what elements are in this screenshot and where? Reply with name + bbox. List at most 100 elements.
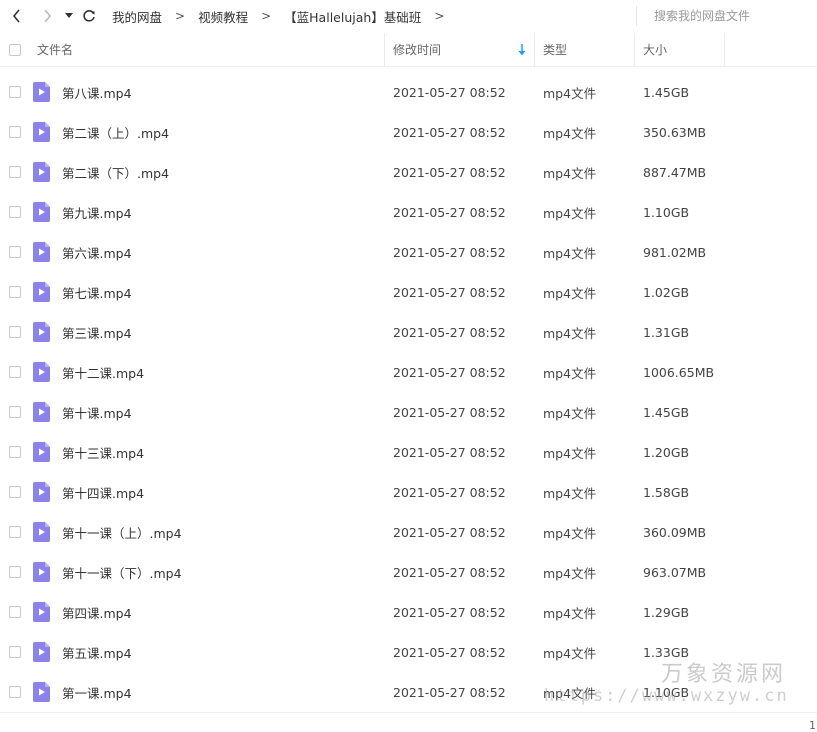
file-type: mp4文件 [543, 365, 597, 381]
row-checkbox-cell [0, 432, 30, 472]
search-input[interactable] [637, 8, 816, 24]
file-size: 1.02GB [643, 284, 690, 300]
file-type: mp4文件 [543, 165, 597, 181]
file-name[interactable]: 第十一课（下）.mp4 [62, 563, 182, 582]
row-checkbox[interactable] [9, 526, 21, 538]
file-name[interactable]: 第十一课（上）.mp4 [62, 523, 182, 542]
column-header-type[interactable]: 类型 [535, 32, 635, 67]
file-size: 1.20GB [643, 444, 690, 460]
row-checkbox[interactable] [9, 286, 21, 298]
row-checkbox-cell [0, 592, 30, 632]
file-modified-time: 2021-05-27 08:52 [393, 364, 506, 380]
file-modified-time: 2021-05-27 08:52 [393, 244, 506, 260]
file-size: 981.02MB [643, 244, 707, 260]
row-checkbox[interactable] [9, 126, 21, 138]
row-checkbox[interactable] [9, 566, 21, 578]
row-checkbox[interactable] [9, 406, 21, 418]
file-name[interactable]: 第二课（下）.mp4 [62, 163, 169, 182]
row-checkbox[interactable] [9, 366, 21, 378]
file-name[interactable]: 第六课.mp4 [62, 243, 132, 262]
file-name[interactable]: 第十三课.mp4 [62, 443, 144, 462]
history-dropdown-button[interactable] [62, 5, 76, 27]
column-header-size[interactable]: 大小 [635, 32, 725, 67]
breadcrumb-video-tutorials[interactable]: 视频教程 [198, 7, 248, 26]
file-size: 1.33GB [643, 644, 690, 660]
caret-down-icon [65, 13, 73, 18]
table-row[interactable]: 第十二课.mp4 2021-05-27 08:52 mp4文件 1006.65MB [0, 352, 817, 392]
row-checkbox[interactable] [9, 86, 21, 98]
row-checkbox-cell [0, 192, 30, 232]
row-checkbox[interactable] [9, 206, 21, 218]
row-name-cell: 第三课.mp4 [30, 312, 385, 352]
file-size: 1.45GB [643, 404, 690, 420]
file-name[interactable]: 第十课.mp4 [62, 403, 132, 422]
table-row[interactable]: 第三课.mp4 2021-05-27 08:52 mp4文件 1.31GB [0, 312, 817, 352]
table-row[interactable]: 第一课.mp4 2021-05-27 08:52 mp4文件 1.10GB [0, 672, 817, 712]
file-name[interactable]: 第九课.mp4 [62, 203, 132, 222]
file-modified-time: 2021-05-27 08:52 [393, 404, 506, 420]
file-size: 887.47MB [643, 164, 707, 180]
table-row[interactable]: 第二课（上）.mp4 2021-05-27 08:52 mp4文件 350.63MB [0, 112, 817, 152]
file-modified-time: 2021-05-27 08:52 [393, 164, 506, 180]
breadcrumb-separator[interactable]: > [434, 9, 444, 23]
video-file-icon [33, 282, 50, 302]
table-row[interactable]: 第八课.mp4 2021-05-27 08:52 mp4文件 1.45GB [0, 72, 817, 112]
row-checkbox[interactable] [9, 166, 21, 178]
refresh-button[interactable] [78, 5, 100, 27]
table-row[interactable]: 第七课.mp4 2021-05-27 08:52 mp4文件 1.02GB [0, 272, 817, 312]
video-file-icon [33, 482, 50, 502]
file-name[interactable]: 第三课.mp4 [62, 323, 132, 342]
table-row[interactable]: 第十课.mp4 2021-05-27 08:52 mp4文件 1.45GB [0, 392, 817, 432]
file-list-header: 文件名 修改时间 类型 大小 [0, 32, 817, 67]
file-name[interactable]: 第四课.mp4 [62, 603, 132, 622]
table-row[interactable]: 第九课.mp4 2021-05-27 08:52 mp4文件 1.10GB [0, 192, 817, 232]
file-name[interactable]: 第一课.mp4 [62, 683, 132, 702]
row-checkbox-cell [0, 392, 30, 432]
row-checkbox[interactable] [9, 686, 21, 698]
column-header-modified[interactable]: 修改时间 [385, 32, 535, 67]
file-modified-time: 2021-05-27 08:52 [393, 124, 506, 140]
table-row[interactable]: 第十一课（下）.mp4 2021-05-27 08:52 mp4文件 963.07MB [0, 552, 817, 592]
column-header-modified-label: 修改时间 [393, 43, 442, 57]
row-checkbox-cell [0, 352, 30, 392]
video-file-icon [33, 122, 50, 142]
table-row[interactable]: 第四课.mp4 2021-05-27 08:52 mp4文件 1.29GB [0, 592, 817, 632]
column-header-name[interactable]: 文件名 [30, 32, 385, 67]
row-checkbox[interactable] [9, 646, 21, 658]
file-name[interactable]: 第十二课.mp4 [62, 363, 144, 382]
table-row[interactable]: 第十一课（上）.mp4 2021-05-27 08:52 mp4文件 360.09MB [0, 512, 817, 552]
file-name[interactable]: 第七课.mp4 [62, 283, 132, 302]
table-row[interactable]: 第六课.mp4 2021-05-27 08:52 mp4文件 981.02MB [0, 232, 817, 272]
file-name[interactable]: 第五课.mp4 [62, 643, 132, 662]
table-row[interactable]: 第五课.mp4 2021-05-27 08:52 mp4文件 1.33GB [0, 632, 817, 672]
video-file-icon [33, 682, 50, 702]
row-name-cell: 第十二课.mp4 [30, 352, 385, 392]
file-type: mp4文件 [543, 245, 597, 261]
table-row[interactable]: 第二课（下）.mp4 2021-05-27 08:52 mp4文件 887.47MB [0, 152, 817, 192]
table-row[interactable]: 第十四课.mp4 2021-05-27 08:52 mp4文件 1.58GB [0, 472, 817, 512]
file-name[interactable]: 第十四课.mp4 [62, 483, 144, 502]
row-checkbox[interactable] [9, 606, 21, 618]
back-button[interactable] [6, 5, 28, 27]
row-checkbox-cell [0, 152, 30, 192]
forward-button[interactable] [36, 5, 58, 27]
refresh-icon [83, 10, 95, 22]
table-row[interactable]: 第十三课.mp4 2021-05-27 08:52 mp4文件 1.20GB [0, 432, 817, 472]
row-checkbox-cell [0, 472, 30, 512]
file-name[interactable]: 第二课（上）.mp4 [62, 123, 169, 142]
file-size: 1.45GB [643, 84, 690, 100]
row-checkbox[interactable] [9, 326, 21, 338]
video-file-icon [33, 322, 50, 342]
breadcrumb-current-folder[interactable]: 【蓝Hallelujah】基础班 [284, 7, 421, 26]
row-name-cell: 第十三课.mp4 [30, 432, 385, 472]
file-size: 1.31GB [643, 324, 690, 340]
row-checkbox[interactable] [9, 446, 21, 458]
column-header-type-label: 类型 [543, 43, 568, 57]
file-modified-time: 2021-05-27 08:52 [393, 444, 506, 460]
page-number[interactable]: 1 [809, 719, 816, 732]
select-all-checkbox[interactable] [9, 43, 21, 56]
file-name[interactable]: 第八课.mp4 [62, 83, 132, 102]
row-checkbox[interactable] [9, 246, 21, 258]
breadcrumb-my-disk[interactable]: 我的网盘 [112, 7, 162, 26]
row-checkbox[interactable] [9, 486, 21, 498]
